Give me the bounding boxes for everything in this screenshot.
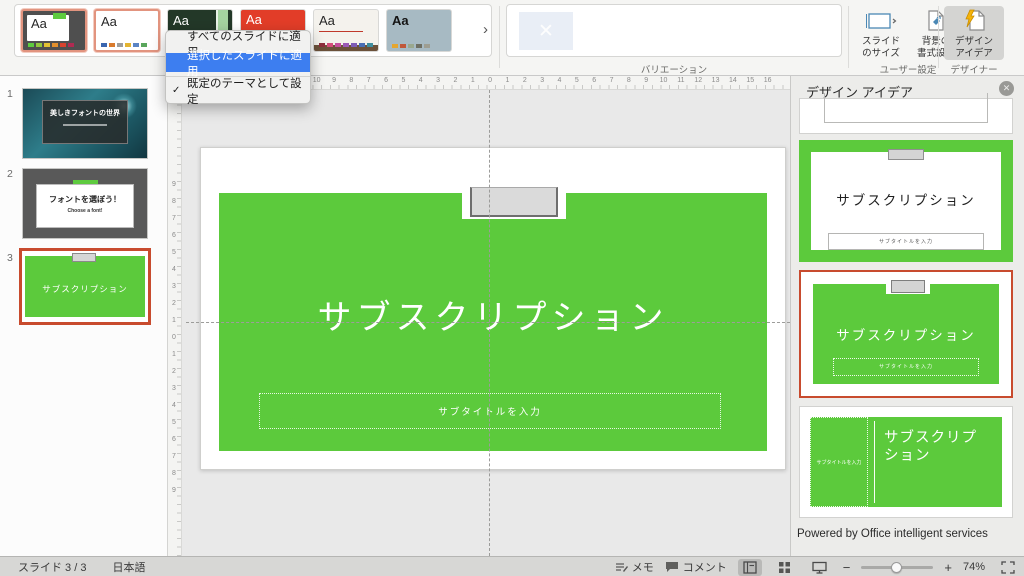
slide3-title: サブスクリプション [42,284,128,294]
design-card-selected[interactable]: サブスクリプション サブタイトルを入力 [799,270,1013,398]
theme-sample-text: Aa [246,12,262,27]
theme-thumb-tab [53,13,66,19]
close-panel-icon[interactable]: ✕ [999,81,1014,96]
powerpoint-window: Aa Aa Aa Aa Aa Aa › ✕ バリエーション スライド のサイズ … [0,0,1024,576]
notes-icon [615,563,628,572]
slideshow-view-button[interactable] [808,559,832,576]
design-card-frame [824,93,988,123]
design-subtitle-placeholder: サブタイトルを入力 [810,417,868,507]
slide1-subtitle-line [63,124,107,127]
variations-gallery: ✕ [506,4,842,57]
ribbon-separator [938,6,939,68]
variation-tile[interactable]: ✕ [519,12,573,50]
slide-number: 1 [7,88,13,100]
theme-palette-dots [319,43,373,47]
theme-tile-blue-gray[interactable]: Aa [386,9,452,52]
subtitle-placeholder[interactable]: サブタイトルを入力 [259,393,721,429]
gray-tab [72,253,96,262]
theme-sample-text: Aa [319,13,335,28]
slideshow-icon [812,561,827,574]
vertical-guide[interactable] [489,90,490,556]
slide-title-text[interactable]: サブスクリプション [201,290,785,339]
notes-button[interactable]: メモ [615,559,654,575]
gray-tab [891,280,925,293]
variations-group-label: バリエーション [640,65,708,76]
theme-sample-text: Aa [31,16,47,31]
theme-tile-white-selected[interactable]: Aa [94,9,160,52]
fit-slide-to-window-button[interactable] [996,559,1020,576]
slide-thumbnail-1[interactable]: 美しきフォントの世界 [22,88,148,159]
ribbon-separator [499,6,500,68]
designer-group-label: デザイナー [950,65,998,76]
ribbon-separator [848,6,849,68]
tab-notch [886,279,930,294]
slide-canvas: 10 9 8 7 6 5 4 3 2 1 0 1 2 3 4 5 6 7 8 9 10 11 12 13 14 15 16 9876… [168,76,790,556]
zoom-slider[interactable] [861,561,934,573]
zoom-in-button[interactable]: + [944,560,952,575]
theme-palette-dots [101,43,147,47]
language-indicator[interactable]: 日本語 [112,559,145,575]
slide-counter: スライド 3 / 3 [18,562,87,574]
slide-number: 3 [7,252,13,264]
comments-button[interactable]: コメント [665,559,727,575]
title-card: フォントを選ぼう！ Choose a font! [36,184,134,228]
design-subtitle-placeholder: サブタイトルを入力 [828,233,984,250]
zoom-slider-knob[interactable] [891,561,903,573]
design-card-partial[interactable] [799,93,1013,134]
design-ideas-icon [965,9,985,31]
design-title: サブスクリプション [836,328,976,343]
ribbon-design-tab: Aa Aa Aa Aa Aa Aa › ✕ バリエーション スライド のサイズ … [0,0,1024,76]
theme-sample-text: Aa [173,13,189,28]
design-title: サブスクリプション [836,193,976,208]
zoom-out-button[interactable]: − [843,560,851,575]
status-bar: スライド 3 / 3 日本語 メモ コメント − + 74% [0,556,1024,576]
menu-item-set-default-theme[interactable]: ✓ 既定のテーマとして設定 [166,78,310,106]
design-card-side-layout[interactable]: サブタイトルを入力 サブスクリプション [799,406,1013,518]
theme-tile-light[interactable]: Aa [313,9,379,52]
slide-thumbnail-panel: 1 美しきフォントの世界 2 フォントを選ぼう！ Choose a font! … [0,76,168,556]
vertical-ruler-numbers: 9876543210123456789 [172,181,176,494]
slide-thumbnail-3-selected[interactable]: サブスクリプション [19,248,151,325]
design-subtitle-placeholder: サブタイトルを入力 [833,358,979,376]
slide-number: 2 [7,168,13,180]
theme-tile-current[interactable]: Aa [21,9,87,52]
checkmark-icon: ✓ [172,85,181,96]
theme-sample-text: Aa [101,14,117,29]
main-slide[interactable]: サブスクリプション サブタイトルを入力 [200,147,786,470]
slide-sorter-view-button[interactable] [773,559,797,576]
design-card-green-border[interactable]: サブスクリプション サブタイトルを入力 [799,140,1013,262]
horizontal-ruler-numbers: 10 9 8 7 6 5 4 3 2 1 0 1 2 3 4 5 6 7 8 9 10 11 12 13 14 15 16 [312,77,772,84]
slide-tab-shape[interactable] [470,187,558,217]
tab-notch [462,185,566,219]
divider-line [874,421,875,503]
slide-size-button[interactable]: スライド のサイズ [852,6,910,60]
comments-icon [665,562,678,572]
theme-palette-dots [392,44,430,48]
slide1-title: 美しきフォントの世界 [50,110,120,117]
design-title: サブスクリプション [884,430,977,465]
theme-gallery-more-chevron-icon[interactable]: › [483,21,488,38]
gray-tab [888,149,924,160]
title-box: 美しきフォントの世界 [42,100,128,144]
theme-context-menu: すべてのスライドに適用 選択したスライドに適用 ✓ 既定のテーマとして設定 [165,30,311,106]
horizontal-guide[interactable] [186,322,790,323]
normal-view-button[interactable] [737,558,762,576]
normal-view-icon [743,560,757,574]
theme-palette-dots [28,43,74,47]
fit-to-window-icon [1001,560,1015,574]
menu-item-apply-selected[interactable]: 選択したスライドに適用 [166,50,310,78]
slide-thumbnail-2[interactable]: フォントを選ぼう！ Choose a font! [22,168,148,239]
theme-underline [319,31,363,32]
powered-by-label: Powered by Office intelligent services [797,528,988,540]
theme-sample-text: Aa [392,13,409,28]
zoom-percentage[interactable]: 74% [963,561,985,573]
design-ideas-button[interactable]: デザイン アイデア [944,6,1004,60]
slide-size-icon [866,13,897,29]
vertical-ruler: 9876543210123456789 [168,90,182,556]
slide-sorter-icon [779,561,791,573]
design-ideas-panel: デザイン アイデア ✕ サブスクリプション サブタイトルを入力 サブスクリプショ… [790,76,1024,556]
slide2-subtitle: Choose a font! [67,208,103,214]
slide2-title: フォントを選ぼう！ [49,195,121,204]
